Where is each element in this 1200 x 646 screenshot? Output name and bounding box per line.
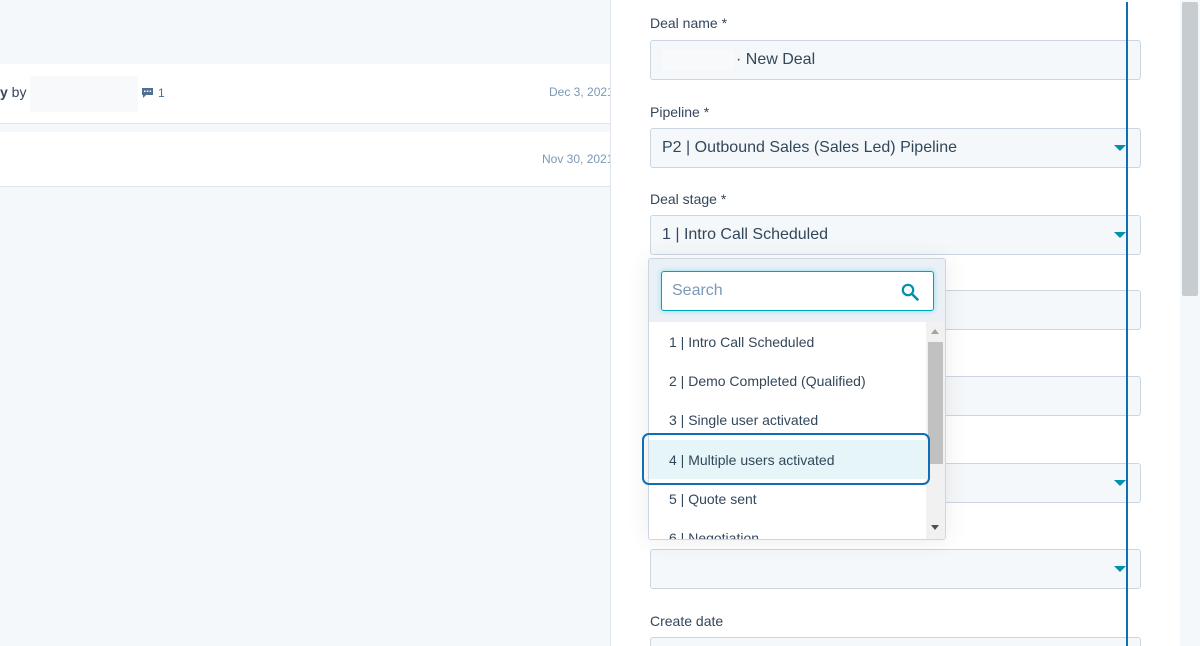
search-input[interactable] <box>662 272 887 310</box>
scroll-down-icon[interactable] <box>931 525 939 530</box>
deal-name-value: · New Deal <box>736 51 816 68</box>
pipeline-value: P2 | Outbound Sales (Sales Led) Pipeline <box>662 139 958 156</box>
pipeline-select[interactable]: P2 | Outbound Sales (Sales Led) Pipeline <box>650 128 1141 168</box>
dropdown-options: 1 | Intro Call Scheduled 2 | Demo Comple… <box>649 322 926 540</box>
activity-card[interactable]: y by 1 Dec 3, 2021 <box>0 64 610 124</box>
dropdown-search-area <box>649 259 945 322</box>
page-scrollbar[interactable] <box>1180 0 1200 646</box>
redacted-company <box>662 50 734 70</box>
deal-name-input[interactable]: · New Deal <box>650 40 1141 80</box>
activity-date: Dec 3, 2021 <box>549 85 610 99</box>
annotation-line <box>1126 2 1128 646</box>
caret-down-icon <box>1114 145 1126 151</box>
deal-stage-dropdown: 1 | Intro Call Scheduled 2 | Demo Comple… <box>648 258 946 540</box>
page-scrollbar-thumb[interactable] <box>1182 2 1198 296</box>
activity-text: y by <box>0 84 27 100</box>
option-demo-completed[interactable]: 2 | Demo Completed (Qualified) <box>649 361 926 400</box>
dropdown-search-box <box>661 271 934 311</box>
pipeline-label: Pipeline * <box>650 104 710 120</box>
activity-card[interactable]: Nov 30, 2021 <box>0 132 610 187</box>
deal-stage-select[interactable]: 1 | Intro Call Scheduled <box>650 215 1141 255</box>
search-icon[interactable] <box>901 283 919 301</box>
comment-count[interactable]: 1 <box>141 86 165 100</box>
highlight-annotation <box>642 433 930 485</box>
scroll-up-icon[interactable] <box>931 329 939 334</box>
dropdown-scrollbar[interactable] <box>926 322 945 539</box>
deal-stage-label: Deal stage * <box>650 191 727 207</box>
option-intro-call-scheduled[interactable]: 1 | Intro Call Scheduled <box>649 322 926 361</box>
deal-stage-value: 1 | Intro Call Scheduled <box>662 226 829 243</box>
form-select[interactable] <box>650 549 1141 589</box>
dropdown-scrollbar-thumb[interactable] <box>928 342 943 464</box>
caret-down-icon <box>1114 232 1126 238</box>
comment-count-value: 1 <box>158 86 165 100</box>
activity-date: Nov 30, 2021 <box>542 152 610 166</box>
caret-down-icon <box>1114 480 1126 486</box>
caret-down-icon <box>1114 566 1126 572</box>
create-date-label: Create date <box>650 613 724 629</box>
create-date-input[interactable] <box>650 637 1141 646</box>
activity-timeline: y by 1 Dec 3, 2021 Nov 30, 2021 <box>0 0 610 646</box>
deal-name-label: Deal name * <box>650 15 728 31</box>
option-negotiation[interactable]: 6 | Negotiation <box>649 518 926 540</box>
comment-icon <box>142 88 153 98</box>
redacted-user <box>30 76 138 112</box>
